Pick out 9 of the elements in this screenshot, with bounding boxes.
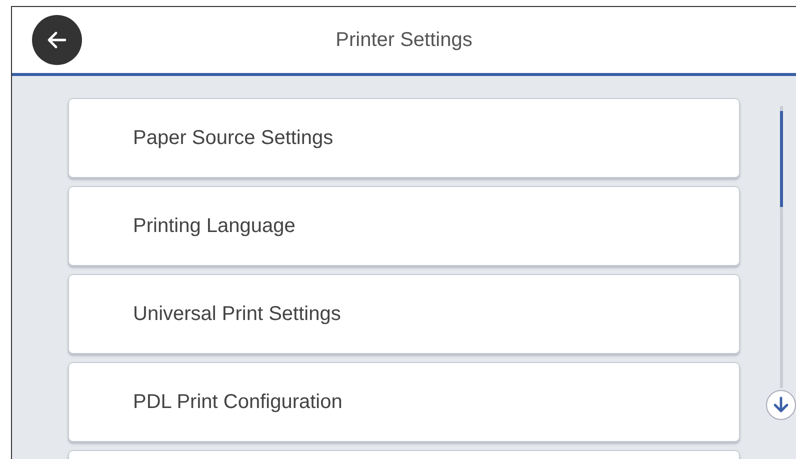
back-button[interactable] xyxy=(32,15,82,65)
menu-item[interactable]: PDL Print Configuration xyxy=(68,362,740,442)
page-title: Printer Settings xyxy=(336,28,472,50)
menu-item[interactable]: Paper Source Settings xyxy=(68,98,740,178)
menu-item[interactable]: Printing Language xyxy=(68,186,740,266)
scrollbar-thumb[interactable] xyxy=(780,111,782,207)
down-arrow-icon xyxy=(772,396,790,414)
menu-item[interactable]: Universal Print Settings xyxy=(68,274,740,354)
scroll-down-button[interactable] xyxy=(766,390,796,420)
